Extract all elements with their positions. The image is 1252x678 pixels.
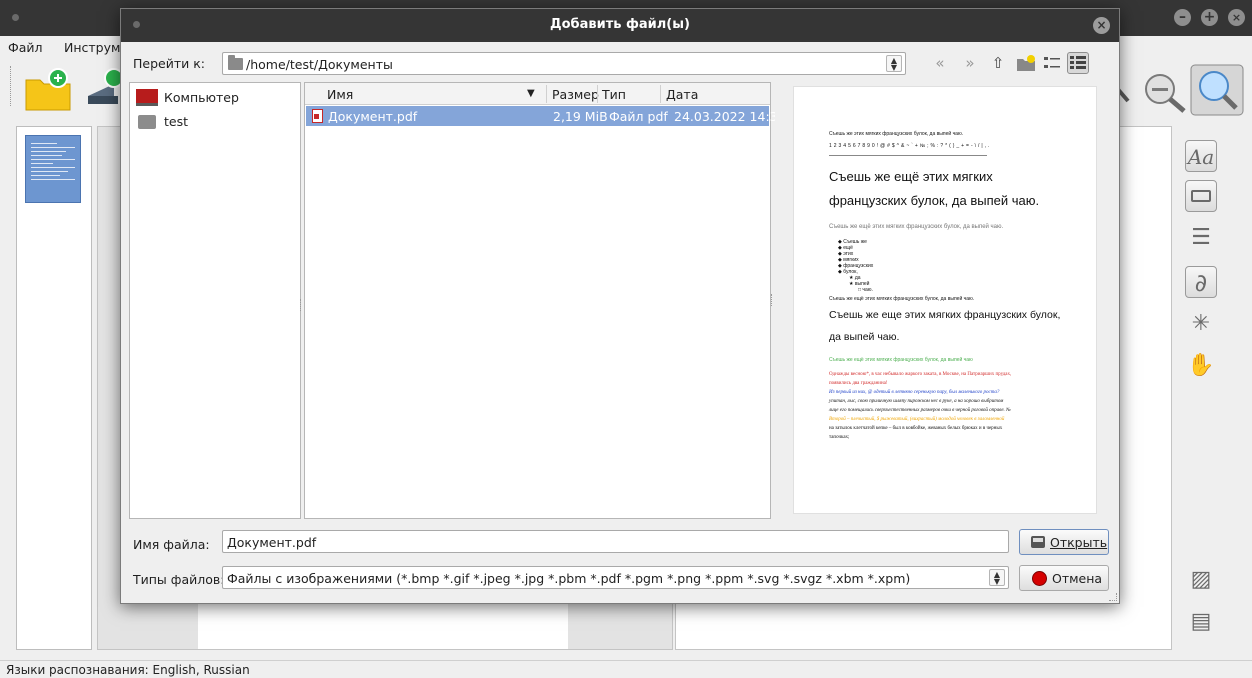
page-thumbnail[interactable] [25,135,81,203]
file-name: Документ.pdf [328,109,418,124]
sort-chevron-icon[interactable]: ▼ [527,88,535,99]
recognition-languages: Языки распознавания: English, Russian [6,663,250,677]
preview-text-line: Съешь же ещё этих мягких французских бул… [829,357,973,363]
pdf-file-icon [312,109,323,123]
maximize-icon[interactable]: + [1201,9,1218,26]
dialog-titlebar[interactable]: Добавить файл(ы) × [121,9,1119,42]
filetype-combo[interactable]: Файлы с изображениями (*.bmp *.gif *.jpe… [222,566,1009,589]
sidebar-item-label: Компьютер [164,90,239,105]
look-in-combo[interactable]: /home/test/Документы ▲ ▼ [222,52,906,75]
list-view-icon[interactable] [1041,52,1063,74]
preview-heading: Съешь же ещё этих мягких [829,169,993,184]
dialog-title: Добавить файл(ы) [550,17,690,32]
filetype-label: Типы файлов: [133,572,225,587]
minimize-icon[interactable]: – [1174,9,1191,26]
cancel-button[interactable]: Отмена [1019,565,1109,591]
current-path: /home/test/Документы [246,57,393,72]
file-type: Файл pdf [609,109,668,124]
right-toolbar: Aa ☰ ∂ ✳ ✋ ▨ ▤ [1176,120,1252,660]
preview-heading: да выпей чаю. [829,331,900,343]
zoom-out-icon[interactable] [1140,71,1190,115]
window-menu-dot[interactable] [12,14,19,21]
preview-text-line: Съешь же ещё этих мягких французских бул… [829,224,1004,230]
preview-page: Съешь же этих мягких французских булок, … [793,86,1097,514]
cancel-button-label: Отмена [1052,571,1103,586]
preview-text-line: тапочках; [829,435,850,440]
preview-text-line: Второй – плечистый, $ рыжеватый, (вихрас… [829,417,1005,422]
combo-arrows-icon[interactable]: ▲ ▼ [989,569,1005,586]
bug-icon[interactable]: ✳ [1185,308,1217,340]
close-icon[interactable]: × [1228,9,1245,26]
add-scanner-icon[interactable] [84,66,120,114]
open-button[interactable]: Открыть [1019,529,1109,555]
file-preview: Съешь же этих мягких французских булок, … [775,82,1115,519]
preview-heading: французских булок, да выпей чаю. [829,193,1040,208]
filename-input[interactable]: Документ.pdf [222,530,1009,553]
preview-text-line: упитан, лыс, свою приличную шляпу пирожк… [829,399,1004,404]
sidebar-item-label: test [164,114,189,129]
statusbar: Языки распознавания: English, Russian [0,660,1252,678]
parent-dir-icon[interactable]: ⇧ [987,52,1009,74]
new-folder-icon[interactable] [1015,52,1037,74]
filename-value: Документ.pdf [227,535,317,550]
column-name[interactable]: Имя [327,87,353,102]
back-icon[interactable]: « [929,52,951,74]
folder-icon [228,55,243,70]
link-icon[interactable]: ∂ [1185,266,1217,298]
zoom-fit-icon[interactable] [1190,64,1246,118]
page-thumbnails-panel[interactable] [16,126,92,650]
computer-icon [136,89,158,106]
preview-heading: Съешь же еще этих мягких французских бул… [829,309,1061,321]
file-list-header: Имя ▼ Размер Тип Дата изменения [305,83,770,117]
preview-text-line: 1 2 3 4 5 6 7 8 9 0 ! @ # $ ^ & ~ ` + № … [829,143,990,149]
open-button-label: Открыть [1050,535,1108,550]
file-list[interactable]: Имя ▼ Размер Тип Дата изменения Документ… [304,82,786,519]
sidebar-item-test[interactable]: test [136,111,296,133]
add-folder-icon[interactable] [24,66,72,114]
file-row[interactable]: Документ.pdf 2,19 MiB Файл pdf 24.03.202… [306,106,786,126]
text-block-icon[interactable] [1185,180,1217,212]
preview-rule [829,155,987,156]
menu-file[interactable]: Файл [8,40,43,55]
preview-text-line: появились два гражданина! [829,381,888,386]
cancel-icon [1032,571,1047,586]
toolbar-grip[interactable] [10,66,12,106]
image-text-icon[interactable]: ▨ [1185,564,1217,596]
places-sidebar[interactable]: Компьютер test [129,82,301,519]
column-type[interactable]: Тип [602,87,626,102]
resize-grip[interactable] [1109,593,1117,601]
preview-text-line: Съешь же этих мягких французских булок, … [829,131,964,137]
table-icon[interactable]: ▤ [1185,606,1217,638]
preview-text-line: Из первый из них, @ одетый в летнюю сере… [829,390,1000,395]
preview-text-line: лице его помещались сверхъестественных р… [829,408,1011,413]
preview-list: ◆ Съешь же ◆ ещё ◆ этих ◆ мягких ◆ франц… [838,239,874,293]
preview-text-line: на затылок клетчатой кепке – был в ковбо… [829,426,1003,431]
hand-settings-icon[interactable]: ✋ [1185,350,1217,382]
menu-tools[interactable]: Инструме [64,40,128,55]
combo-arrows-icon[interactable]: ▲ ▼ [886,55,902,72]
preview-text-line: Съешь же ещё этих мягких французских бул… [829,296,975,302]
font-format-icon[interactable]: Aa [1185,140,1217,172]
filename-label: Имя файла: [133,537,210,552]
add-files-dialog: Добавить файл(ы) × Перейти к: /home/test… [120,8,1120,604]
folder-icon [138,115,156,129]
file-size: 2,19 MiB [553,109,608,124]
forward-icon[interactable]: » [959,52,981,74]
column-size[interactable]: Размер [552,87,599,102]
sidebar-item-computer[interactable]: Компьютер [136,87,296,109]
preview-text-line: Однажды весною*, в час небывало жаркого … [829,372,1012,377]
detail-view-icon[interactable] [1067,52,1089,74]
open-icon [1031,536,1045,548]
align-text-icon[interactable]: ☰ [1185,222,1217,254]
dialog-close-icon[interactable]: × [1093,17,1110,34]
file-modified: 24.03.2022 14:34 [674,109,786,124]
filetype-value: Файлы с изображениями (*.bmp *.gif *.jpe… [227,571,911,586]
look-in-label: Перейти к: [133,56,205,71]
